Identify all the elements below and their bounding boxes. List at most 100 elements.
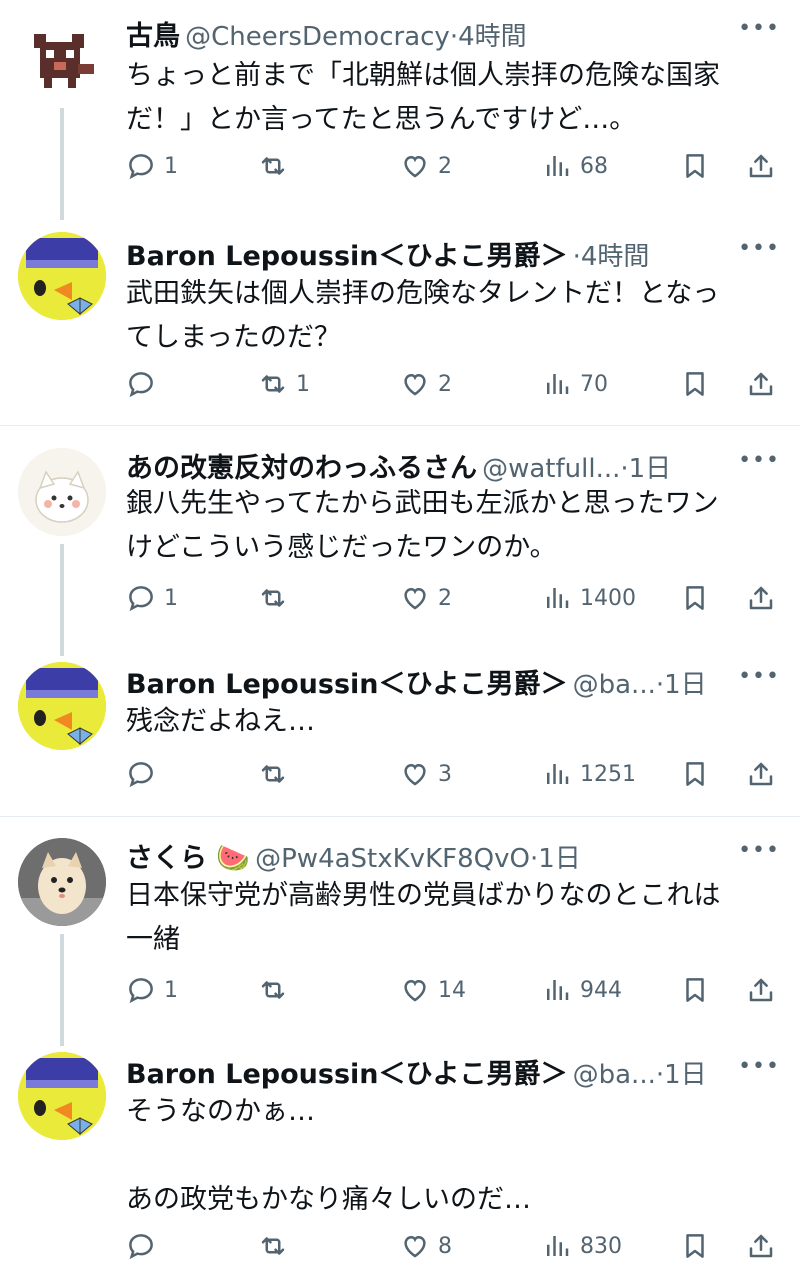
user-handle[interactable]: @CheersDemocracy — [185, 22, 450, 52]
bookmark-icon — [686, 978, 704, 1002]
thread-divider — [0, 816, 800, 817]
reply-icon — [129, 372, 153, 398]
reply-button[interactable] — [126, 364, 164, 404]
avatar[interactable] — [18, 1052, 106, 1140]
post[interactable]: 古鳥 @CheersDemocracy·4時間 ••• ちょっと前まで「北朝鮮は… — [0, 0, 800, 220]
post[interactable]: Baron Lepoussin＜ひよこ男爵＞ @ba...·1日 ••• そうな… — [0, 1046, 800, 1280]
share-button[interactable] — [746, 364, 776, 404]
reply-button[interactable] — [126, 754, 164, 794]
like-button[interactable]: 2 — [400, 364, 452, 404]
post[interactable]: Baron Lepoussin＜ひよこ男爵＞ ·4時間 ••• 武田鉄矢は個人崇… — [0, 220, 800, 425]
like-button[interactable]: 8 — [400, 1226, 452, 1266]
post-time[interactable]: 1日 — [538, 844, 581, 874]
reply-count: 1 — [164, 585, 178, 611]
reply-icon — [129, 586, 153, 612]
avatar[interactable] — [18, 232, 106, 320]
avatar[interactable] — [18, 448, 106, 536]
action-bar: 1 2 1400 — [126, 578, 780, 618]
display-name[interactable]: Baron Lepoussin＜ひよこ男爵＞ — [126, 1059, 568, 1090]
post-time[interactable]: 4時間 — [581, 242, 650, 272]
like-button[interactable]: 3 — [400, 754, 452, 794]
more-options-icon[interactable]: ••• — [738, 236, 780, 261]
reply-button[interactable]: 1 — [126, 970, 178, 1010]
post-time[interactable]: 1日 — [629, 454, 672, 484]
post-time[interactable]: 1日 — [664, 1060, 707, 1090]
reply-count: 1 — [164, 153, 178, 179]
views-chart-icon — [547, 588, 569, 608]
repost-button[interactable] — [258, 1226, 296, 1266]
bookmark-icon — [686, 1234, 704, 1258]
bookmark-icon — [686, 762, 704, 786]
more-options-icon[interactable]: ••• — [738, 1054, 780, 1079]
display-name[interactable]: さくら 🍉 — [126, 843, 250, 874]
bookmark-button[interactable] — [680, 754, 710, 794]
more-options-icon[interactable]: ••• — [738, 16, 780, 41]
share-button[interactable] — [746, 146, 776, 186]
bookmark-icon — [686, 586, 704, 610]
bookmark-button[interactable] — [680, 970, 710, 1010]
share-button[interactable] — [746, 970, 776, 1010]
like-button[interactable]: 2 — [400, 146, 452, 186]
repost-button[interactable] — [258, 754, 296, 794]
like-button[interactable]: 2 — [400, 578, 452, 618]
post-time[interactable]: 1日 — [664, 670, 707, 700]
thread-connector — [60, 108, 64, 220]
repost-button[interactable] — [258, 146, 296, 186]
user-handle[interactable]: @Pw4aStxKvKF8QvO — [255, 844, 530, 874]
share-button[interactable] — [746, 754, 776, 794]
heart-icon — [404, 373, 426, 396]
repost-button[interactable] — [258, 578, 296, 618]
display-name[interactable]: Baron Lepoussin＜ひよこ男爵＞ — [126, 241, 568, 272]
share-icon — [749, 762, 773, 786]
view-count: 944 — [580, 977, 622, 1003]
bookmark-button[interactable] — [680, 146, 710, 186]
avatar[interactable] — [18, 838, 106, 926]
share-icon — [749, 978, 773, 1002]
views-button[interactable]: 1400 — [542, 578, 636, 618]
repost-button[interactable] — [258, 970, 296, 1010]
display-name[interactable]: あの改憲反対のわっふるさん — [126, 453, 477, 484]
post[interactable]: Baron Lepoussin＜ひよこ男爵＞ @ba...·1日 ••• 残念だ… — [0, 656, 800, 816]
user-handle[interactable]: @ba... — [573, 1060, 656, 1090]
avatar[interactable] — [18, 14, 106, 102]
like-button[interactable]: 14 — [400, 970, 466, 1010]
views-button[interactable]: 68 — [542, 146, 608, 186]
bookmark-button[interactable] — [680, 364, 710, 404]
bookmark-button[interactable] — [680, 578, 710, 618]
post[interactable]: さくら 🍉 @Pw4aStxKvKF8QvO·1日 ••• 日本保守党が高齢男性… — [0, 826, 800, 1046]
user-handle[interactable]: @ba... — [573, 670, 656, 700]
reply-button[interactable]: 1 — [126, 578, 178, 618]
separator-dot: · — [620, 454, 629, 484]
reply-button[interactable]: 1 — [126, 146, 178, 186]
reply-button[interactable] — [126, 1226, 164, 1266]
share-icon — [749, 586, 773, 610]
views-button[interactable]: 70 — [542, 364, 608, 404]
repost-icon — [261, 375, 285, 393]
chick-baron-icon — [18, 232, 106, 320]
display-name[interactable]: Baron Lepoussin＜ひよこ男爵＞ — [126, 669, 568, 700]
reply-icon — [129, 154, 153, 180]
repost-button[interactable]: 1 — [258, 364, 310, 404]
more-options-icon[interactable]: ••• — [738, 838, 780, 863]
post-text: 日本保守党が高齢男性の党員ばかりなのとこれは 一緒 — [126, 880, 721, 955]
more-options-icon[interactable]: ••• — [738, 664, 780, 689]
views-button[interactable]: 1251 — [542, 754, 636, 794]
heart-icon — [404, 979, 426, 1002]
like-count: 2 — [438, 153, 452, 179]
views-button[interactable]: 944 — [542, 970, 622, 1010]
share-button[interactable] — [746, 578, 776, 618]
display-name[interactable]: 古鳥 — [126, 21, 180, 52]
post-header: あの改憲反対のわっふるさん @watfull...·1日 ••• — [126, 446, 780, 486]
views-button[interactable]: 830 — [542, 1226, 622, 1266]
share-icon — [749, 154, 773, 178]
more-options-icon[interactable]: ••• — [738, 448, 780, 473]
like-count: 2 — [438, 585, 452, 611]
avatar[interactable] — [18, 662, 106, 750]
post-text: 武田鉄矢は個人崇拝の危険なタレントだ！となっ てしまったのだ？ — [126, 278, 720, 353]
share-button[interactable] — [746, 1226, 776, 1266]
user-handle[interactable]: @watfull... — [482, 454, 620, 484]
post-time[interactable]: 4時間 — [458, 22, 527, 52]
bookmark-button[interactable] — [680, 1226, 710, 1266]
post[interactable]: あの改憲反対のわっふるさん @watfull...·1日 ••• 銀八先生やって… — [0, 436, 800, 656]
reply-icon — [129, 978, 153, 1004]
